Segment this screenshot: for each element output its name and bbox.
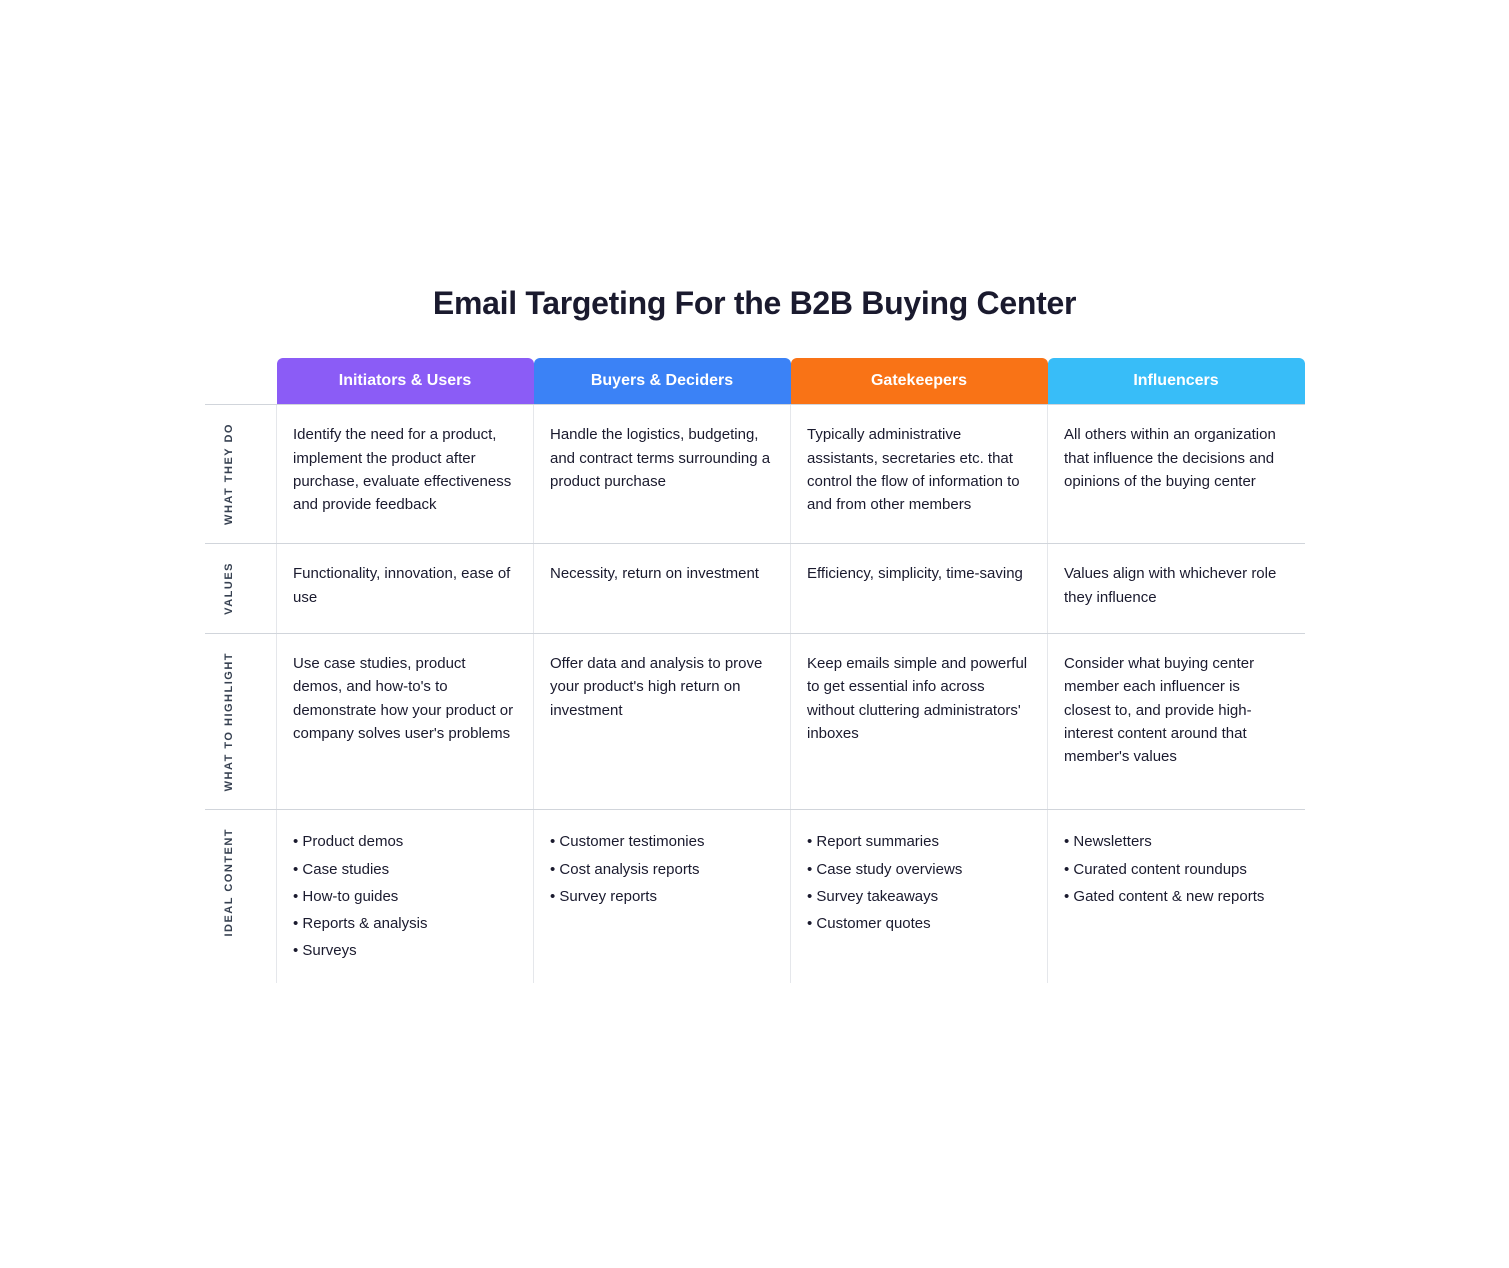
row-label-what-they-do: WHAT THEY DO [205,405,277,544]
content-list-ideal-content-col3: NewslettersCurated content roundupsGated… [1064,828,1289,910]
cell-what-to-highlight-col3: Consider what buying center member each … [1048,634,1305,810]
cell-ideal-content-col0: Product demosCase studiesHow-to guidesRe… [277,810,534,983]
list-item: Newsletters [1064,828,1289,855]
list-item: Reports & analysis [293,910,517,937]
row-label-what-to-highlight: WHAT TO HIGHLIGHT [205,634,277,810]
main-table: Initiators & Users Buyers & Deciders Gat… [205,358,1305,982]
table-wrapper: Initiators & Users Buyers & Deciders Gat… [205,358,1305,982]
buyers-header: Buyers & Deciders [534,358,791,404]
table-row-ideal-content: IDEAL CONTENT Product demosCase studiesHo… [205,810,1305,983]
cell-what-they-do-col3: All others within an organization that i… [1048,405,1305,544]
table-body: WHAT THEY DO Identify the need for a prod… [205,405,1305,983]
cell-values-col3: Values align with whichever role they in… [1048,544,1305,634]
header-label-empty [205,358,277,405]
content-list-ideal-content-col0: Product demosCase studiesHow-to guidesRe… [293,828,517,964]
table-row-what-they-do: WHAT THEY DO Identify the need for a prod… [205,405,1305,544]
list-item: Gated content & new reports [1064,883,1289,910]
cell-values-col1: Necessity, return on investment [534,544,791,634]
cell-what-to-highlight-col2: Keep emails simple and powerful to get e… [791,634,1048,810]
page-title: Email Targeting For the B2B Buying Cente… [205,285,1305,322]
list-item: Survey takeaways [807,883,1031,910]
list-item: Report summaries [807,828,1031,855]
list-item: Curated content roundups [1064,856,1289,883]
cell-ideal-content-col3: NewslettersCurated content roundupsGated… [1048,810,1305,983]
list-item: Product demos [293,828,517,855]
row-label-values: VALUES [205,544,277,634]
list-item: Case study overviews [807,856,1031,883]
col-header-initiators: Initiators & Users [277,358,534,405]
cell-ideal-content-col2: Report summariesCase study overviewsSurv… [791,810,1048,983]
col-header-buyers: Buyers & Deciders [534,358,791,405]
cell-values-col0: Functionality, innovation, ease of use [277,544,534,634]
col-header-influencers: Influencers [1048,358,1305,405]
row-label-text-what-they-do: WHAT THEY DO [221,423,238,525]
row-label-ideal-content: IDEAL CONTENT [205,810,277,983]
cell-values-col2: Efficiency, simplicity, time-saving [791,544,1048,634]
cell-ideal-content-col1: Customer testimoniesCost analysis report… [534,810,791,983]
header-row: Initiators & Users Buyers & Deciders Gat… [205,358,1305,405]
page-container: Email Targeting For the B2B Buying Cente… [205,285,1305,982]
table-row-what-to-highlight: WHAT TO HIGHLIGHT Use case studies, produ… [205,634,1305,810]
table-row-values: VALUES Functionality, innovation, ease of… [205,544,1305,634]
col-header-gatekeepers: Gatekeepers [791,358,1048,405]
gatekeepers-header: Gatekeepers [791,358,1048,404]
list-item: Case studies [293,856,517,883]
list-item: Surveys [293,937,517,964]
cell-what-they-do-col1: Handle the logistics, budgeting, and con… [534,405,791,544]
list-item: Customer testimonies [550,828,774,855]
content-list-ideal-content-col2: Report summariesCase study overviewsSurv… [807,828,1031,937]
row-label-text-values: VALUES [221,562,238,615]
row-label-text-ideal-content: IDEAL CONTENT [221,828,238,937]
initiators-header: Initiators & Users [277,358,534,404]
list-item: Cost analysis reports [550,856,774,883]
list-item: Survey reports [550,883,774,910]
list-item: How-to guides [293,883,517,910]
list-item: Customer quotes [807,910,1031,937]
influencers-header: Influencers [1048,358,1305,404]
content-list-ideal-content-col1: Customer testimoniesCost analysis report… [550,828,774,910]
cell-what-to-highlight-col0: Use case studies, product demos, and how… [277,634,534,810]
row-label-text-what-to-highlight: WHAT TO HIGHLIGHT [221,652,238,791]
cell-what-they-do-col0: Identify the need for a product, impleme… [277,405,534,544]
cell-what-they-do-col2: Typically administrative assistants, sec… [791,405,1048,544]
cell-what-to-highlight-col1: Offer data and analysis to prove your pr… [534,634,791,810]
